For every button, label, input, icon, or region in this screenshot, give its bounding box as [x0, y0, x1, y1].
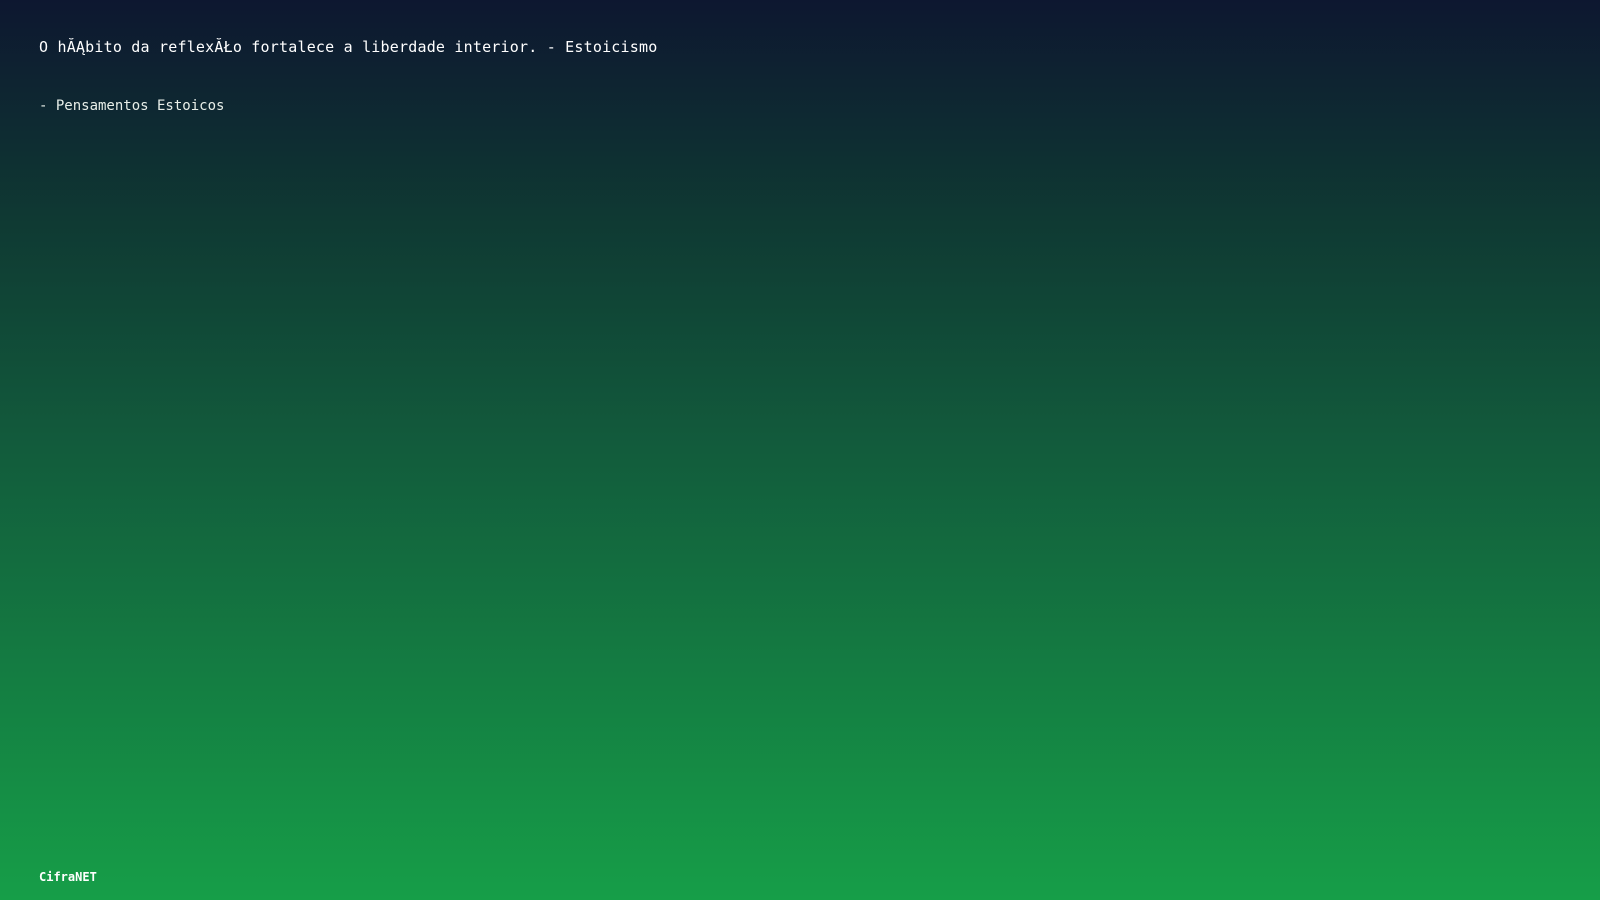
- brand-label: CifraNET: [39, 870, 97, 884]
- quote-text: O hĂĄbito da reflexĂŁo fortalece a liber…: [39, 38, 658, 56]
- quote-author: - Pensamentos Estoicos: [39, 98, 225, 114]
